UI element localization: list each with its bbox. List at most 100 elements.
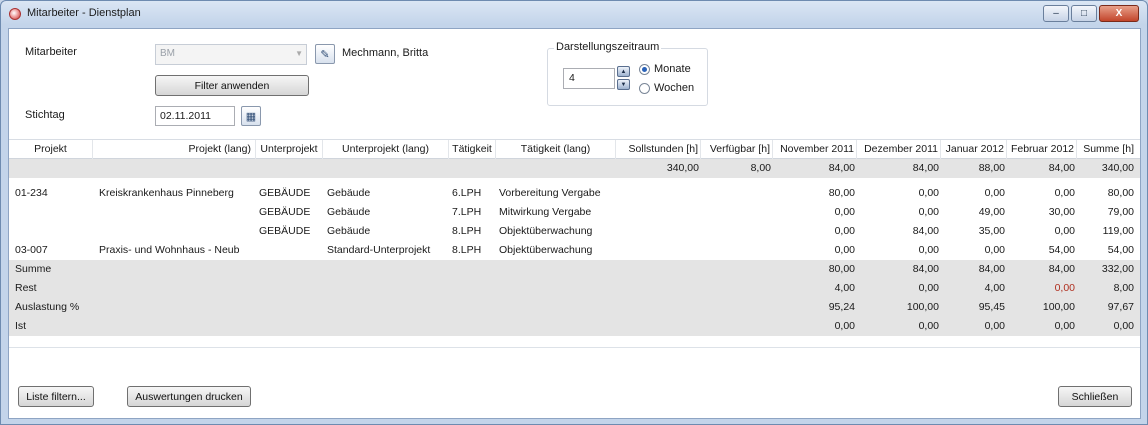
summary-label: Summe xyxy=(15,263,52,275)
cell-0: 01-234 xyxy=(15,187,48,199)
radio-monate[interactable]: Monate xyxy=(639,63,691,75)
cell-8: 0,00 xyxy=(834,206,855,218)
summary-label: Ist xyxy=(15,320,27,332)
cell-7: 8,00 xyxy=(750,162,771,174)
cell-1: Praxis- und Wohnhaus - Neub xyxy=(99,244,240,256)
cell-5: Objektüberwachung xyxy=(499,244,593,256)
summary-value: 80,00 xyxy=(828,263,855,275)
cell-12: 340,00 xyxy=(1101,162,1134,174)
cell-11: 0,00 xyxy=(1054,187,1075,199)
cell-2: GEBÄUDE xyxy=(259,225,311,237)
close-window-button[interactable]: X xyxy=(1099,5,1139,22)
header-projekt-lang[interactable]: Projekt (lang) xyxy=(93,140,256,159)
mitarbeiter-label: Mitarbeiter xyxy=(25,46,77,58)
cell-10: 0,00 xyxy=(984,244,1005,256)
header-jan-2012[interactable]: Januar 2012 xyxy=(941,140,1007,159)
edit-mitarbeiter-icon[interactable]: ✎ xyxy=(315,44,335,64)
summary-value: 0,00 xyxy=(1054,282,1075,294)
mitarbeiter-combo[interactable]: BM ▼ xyxy=(155,44,307,65)
zeitraum-value-input[interactable]: 4 xyxy=(563,68,615,89)
table-row[interactable]: 01-234 Kreiskrankenhaus Pinneberg GEBÄUDE G… xyxy=(9,184,1140,203)
header-verfuegbar[interactable]: Verfügbar [h] xyxy=(701,140,773,159)
title-bar[interactable]: Mitarbeiter - Dienstplan – □ X xyxy=(1,1,1147,27)
cell-12: 80,00 xyxy=(1107,187,1134,199)
cell-11: 54,00 xyxy=(1048,244,1075,256)
header-taetigkeit[interactable]: Tätigkeit xyxy=(449,140,496,159)
cell-9: 84,00 xyxy=(912,162,939,174)
radio-checked-icon xyxy=(639,63,650,75)
radio-unchecked-icon xyxy=(639,82,650,94)
cell-8: 0,00 xyxy=(834,244,855,256)
header-sollstunden[interactable]: Sollstunden [h] xyxy=(616,140,701,159)
summary-value: 4,00 xyxy=(984,282,1005,294)
mitarbeiter-name: Mechmann, Britta xyxy=(342,47,429,59)
cell-6: 340,00 xyxy=(666,162,699,174)
summary-value: 0,00 xyxy=(918,320,939,332)
window-title: Mitarbeiter - Dienstplan xyxy=(27,7,141,19)
cell-8: 0,00 xyxy=(834,225,855,237)
header-feb-2012[interactable]: Februar 2012 xyxy=(1007,140,1077,159)
header-taetigkeit-lang[interactable]: Tätigkeit (lang) xyxy=(496,140,616,159)
liste-filtern-button[interactable]: Liste filtern... xyxy=(18,386,94,407)
table-body: 340,00 8,00 84,00 84,00 88,00 84,00 340,00 01-2… xyxy=(9,159,1140,336)
summary-value: 4,00 xyxy=(834,282,855,294)
summary-value: 100,00 xyxy=(1042,301,1075,313)
radio-wochen-label: Wochen xyxy=(654,82,695,94)
cell-10: 88,00 xyxy=(978,162,1005,174)
window-controls: – □ X xyxy=(1043,5,1139,22)
cell-10: 0,00 xyxy=(984,187,1005,199)
header-nov-2011[interactable]: November 2011 xyxy=(773,140,857,159)
cell-9: 0,00 xyxy=(918,187,939,199)
filter-anwenden-button[interactable]: Filter anwenden xyxy=(155,75,309,96)
cell-11: 0,00 xyxy=(1054,225,1075,237)
table-row[interactable]: 03-007 Praxis- und Wohnhaus - Neub Standar… xyxy=(9,241,1140,260)
table-header: Projekt Projekt (lang) Unterprojekt Unte… xyxy=(9,140,1140,159)
summary-row[interactable]: Summe 80,00 84,00 84,00 84,00 332,00 xyxy=(9,260,1140,279)
cell-11: 30,00 xyxy=(1048,206,1075,218)
summary-label: Auslastung % xyxy=(15,301,80,313)
header-unterprojekt[interactable]: Unterprojekt xyxy=(256,140,323,159)
app-icon xyxy=(9,8,21,20)
minimize-button[interactable]: – xyxy=(1043,5,1069,22)
summary-value: 0,00 xyxy=(1113,320,1134,332)
summary-row[interactable]: Rest 4,00 0,00 4,00 0,00 8,00 xyxy=(9,279,1140,298)
header-projekt[interactable]: Projekt xyxy=(9,140,93,159)
radio-monate-label: Monate xyxy=(654,63,691,75)
client-area: Mitarbeiter BM ▼ ✎ Mechmann, Britta Filt… xyxy=(8,28,1141,419)
header-summe[interactable]: Summe [h] xyxy=(1077,140,1138,159)
header-dez-2011[interactable]: Dezember 2011 xyxy=(857,140,941,159)
cell-3: Gebäude xyxy=(327,206,371,218)
maximize-button[interactable]: □ xyxy=(1071,5,1097,22)
cell-0: 03-007 xyxy=(15,244,48,256)
cell-2: GEBÄUDE xyxy=(259,206,311,218)
summary-row[interactable]: Ist 0,00 0,00 0,00 0,00 0,00 xyxy=(9,317,1140,336)
dienstplan-window: Mitarbeiter - Dienstplan – □ X Mitarbeit… xyxy=(0,0,1148,425)
schliessen-button[interactable]: Schließen xyxy=(1058,386,1132,407)
cell-2: GEBÄUDE xyxy=(259,187,311,199)
mitarbeiter-code: BM xyxy=(160,48,175,59)
spin-down-icon[interactable]: ▼ xyxy=(617,79,630,90)
table-divider xyxy=(9,347,1140,348)
cell-4: 8.LPH xyxy=(452,225,482,237)
summary-value: 332,00 xyxy=(1101,263,1134,275)
header-unterprojekt-lang[interactable]: Unterprojekt (lang) xyxy=(323,140,449,159)
cell-11: 84,00 xyxy=(1048,162,1075,174)
summary-value: 95,24 xyxy=(828,301,855,313)
summary-value: 0,00 xyxy=(984,320,1005,332)
summary-row[interactable]: Auslastung % 95,24 100,00 95,45 100,00 97,67 xyxy=(9,298,1140,317)
summary-value: 84,00 xyxy=(978,263,1005,275)
table-row[interactable]: GEBÄUDE Gebäude 8.LPH Objektüberwachung 0,00… xyxy=(9,222,1140,241)
radio-wochen[interactable]: Wochen xyxy=(639,82,694,94)
summary-value: 84,00 xyxy=(1048,263,1075,275)
spin-up-icon[interactable]: ▲ xyxy=(617,66,630,77)
cell-8: 84,00 xyxy=(828,162,855,174)
cell-12: 54,00 xyxy=(1107,244,1134,256)
cell-9: 84,00 xyxy=(912,225,939,237)
auswertungen-drucken-button[interactable]: Auswertungen drucken xyxy=(127,386,251,407)
cell-3: Standard-Unterprojekt xyxy=(327,244,431,256)
stichtag-input[interactable]: 02.11.2011 xyxy=(155,106,235,126)
table-row-totals[interactable]: 340,00 8,00 84,00 84,00 88,00 84,00 340,00 xyxy=(9,159,1140,178)
stichtag-label: Stichtag xyxy=(25,109,65,121)
calendar-icon[interactable]: ▦ xyxy=(241,106,261,126)
table-row[interactable]: GEBÄUDE Gebäude 7.LPH Mitwirkung Vergabe 0,0… xyxy=(9,203,1140,222)
